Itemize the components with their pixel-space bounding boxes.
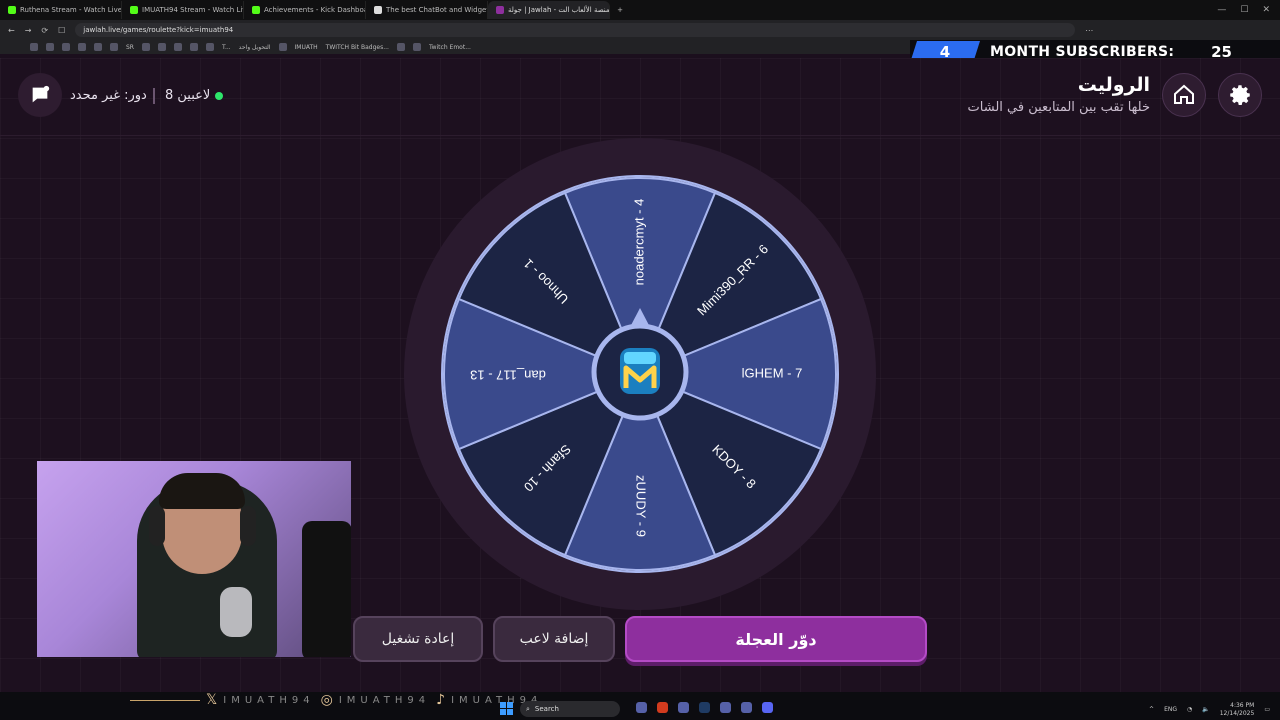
bookmark-item[interactable]: IMUATH (295, 44, 318, 51)
lang-indicator[interactable]: ENG (1164, 706, 1177, 713)
restart-button[interactable]: إعادة تشغيل (353, 616, 483, 662)
wheel-segment-label: dan_117 - 13 (470, 368, 546, 383)
browser-tab[interactable]: Ruthena Stream - Watch Live o✕ (0, 1, 122, 19)
bookmark-icon[interactable] (62, 43, 70, 51)
bookmarks-bar: SR T... التحويل واحد IMUATH TWITCH Bit B… (0, 40, 930, 54)
jawlah-logo-icon (620, 348, 660, 394)
browser-tab-strip: Ruthena Stream - Watch Live o✕ IMUATH94 … (0, 0, 1280, 20)
wheel-segment-label: lGHEM - 7 (742, 365, 803, 380)
bookmark-item[interactable]: SR (126, 44, 134, 51)
extensions-icon[interactable]: ⋯ (1085, 26, 1093, 35)
kick-icon (252, 6, 260, 14)
browser-tab[interactable]: The best ChatBot and Widgets for K✕ (366, 1, 488, 19)
forward-icon[interactable]: → (25, 26, 32, 35)
gaming-chair (302, 521, 351, 657)
maximize-icon[interactable]: ☐ (1240, 5, 1248, 15)
wheel-segment-label: zUUDY - 9 (634, 475, 649, 537)
bookmark-icon[interactable] (173, 43, 182, 51)
bookmark-icon[interactable] (141, 43, 150, 51)
page-subtitle: خلها تقب بين المتابعين في الشات (967, 100, 1150, 115)
bookmark-item[interactable]: T... (222, 44, 231, 51)
bookmark-icon[interactable] (30, 43, 38, 51)
reload-icon[interactable]: ⟳ (41, 26, 48, 35)
browser-tab[interactable]: IMUATH94 Stream - Watch Live o✕ (122, 1, 244, 19)
streamer-hair (159, 473, 245, 509)
wifi-icon[interactable]: ◔ (1187, 706, 1192, 713)
headset-left (149, 506, 165, 546)
browser-tab-active[interactable]: جولة | Jawlah - منصة الألعاب الت✕ (488, 1, 610, 19)
bookmark-icon[interactable] (157, 43, 166, 51)
clock[interactable]: 4:36 PM 12/14/2025 (1220, 702, 1255, 718)
address-bar: ← → ⟳ ☐ jawlah.live/games/roulette?kick=… (0, 20, 1280, 40)
back-icon[interactable]: ← (8, 26, 15, 35)
wheel-segment-label: noadercmyt - 4 (631, 199, 646, 286)
chevron-up-icon[interactable]: ^ (1149, 706, 1154, 713)
volume-icon[interactable]: 🔈 (1202, 706, 1209, 713)
bookmark-item[interactable]: TWITCH Bit Badges... (326, 44, 389, 51)
close-window-icon[interactable]: ✕ (1262, 5, 1270, 15)
app-header: الروليت خلها تقب بين المتابعين في الشات … (0, 58, 1280, 136)
bookmark-icon[interactable] (78, 43, 86, 51)
home-icon (1174, 84, 1194, 104)
bookmark-icon[interactable] (189, 43, 198, 51)
bookmark-icon[interactable] (278, 43, 287, 51)
bookmark-item[interactable]: التحويل واحد (239, 44, 271, 51)
system-tray: ^ ENG ◔ 🔈 4:36 PM 12/14/2025 ▭ (0, 699, 1280, 720)
bookmark-icon[interactable] (412, 43, 421, 51)
jawlah-icon (496, 6, 504, 14)
bookmark-icon[interactable] (396, 43, 405, 51)
webcam-overlay (37, 461, 351, 657)
page-title: الروليت (1077, 74, 1150, 96)
minimize-icon[interactable]: — (1217, 5, 1226, 15)
diamond-icon (374, 6, 382, 14)
player-count: 8 لاعبين (165, 88, 224, 103)
headset-right (240, 506, 256, 546)
roulette-wheel[interactable]: noadercmyt - 4 Mimi390_RR - 6lGHEM - 7KDO… (402, 136, 878, 612)
chat-bubble-icon (32, 85, 50, 103)
bookmark-icon[interactable] (46, 43, 54, 51)
gear-icon (1230, 85, 1250, 105)
kick-icon (130, 6, 138, 14)
kick-icon (8, 6, 16, 14)
chat-button[interactable] (18, 73, 62, 117)
bookmark-icon[interactable] (94, 43, 102, 51)
spin-wheel-button[interactable]: دوّر العجلة (625, 616, 927, 662)
bookmark-item[interactable]: Twitch Emot... (429, 44, 471, 51)
notification-icon[interactable]: ▭ (1264, 706, 1270, 713)
window-controls: — ☐ ✕ (1217, 5, 1280, 15)
browser-tab[interactable]: Achievements - Kick Dashboard (244, 1, 366, 19)
add-player-button[interactable]: إضافة لاعب (493, 616, 615, 662)
new-tab-button[interactable]: + (610, 1, 630, 19)
divider (153, 88, 155, 104)
settings-button[interactable] (1218, 73, 1262, 117)
home-button[interactable] (1162, 73, 1206, 117)
role-status: دور: غير محدد (70, 88, 147, 103)
bookmark-icon[interactable] (205, 43, 214, 51)
microphone (220, 587, 252, 637)
bookmark-icon[interactable] (110, 43, 118, 51)
bookmark-tab-icon[interactable]: ☐ (58, 26, 65, 35)
online-indicator (215, 91, 224, 100)
url-field[interactable]: jawlah.live/games/roulette?kick=imuath94 (75, 23, 1076, 37)
